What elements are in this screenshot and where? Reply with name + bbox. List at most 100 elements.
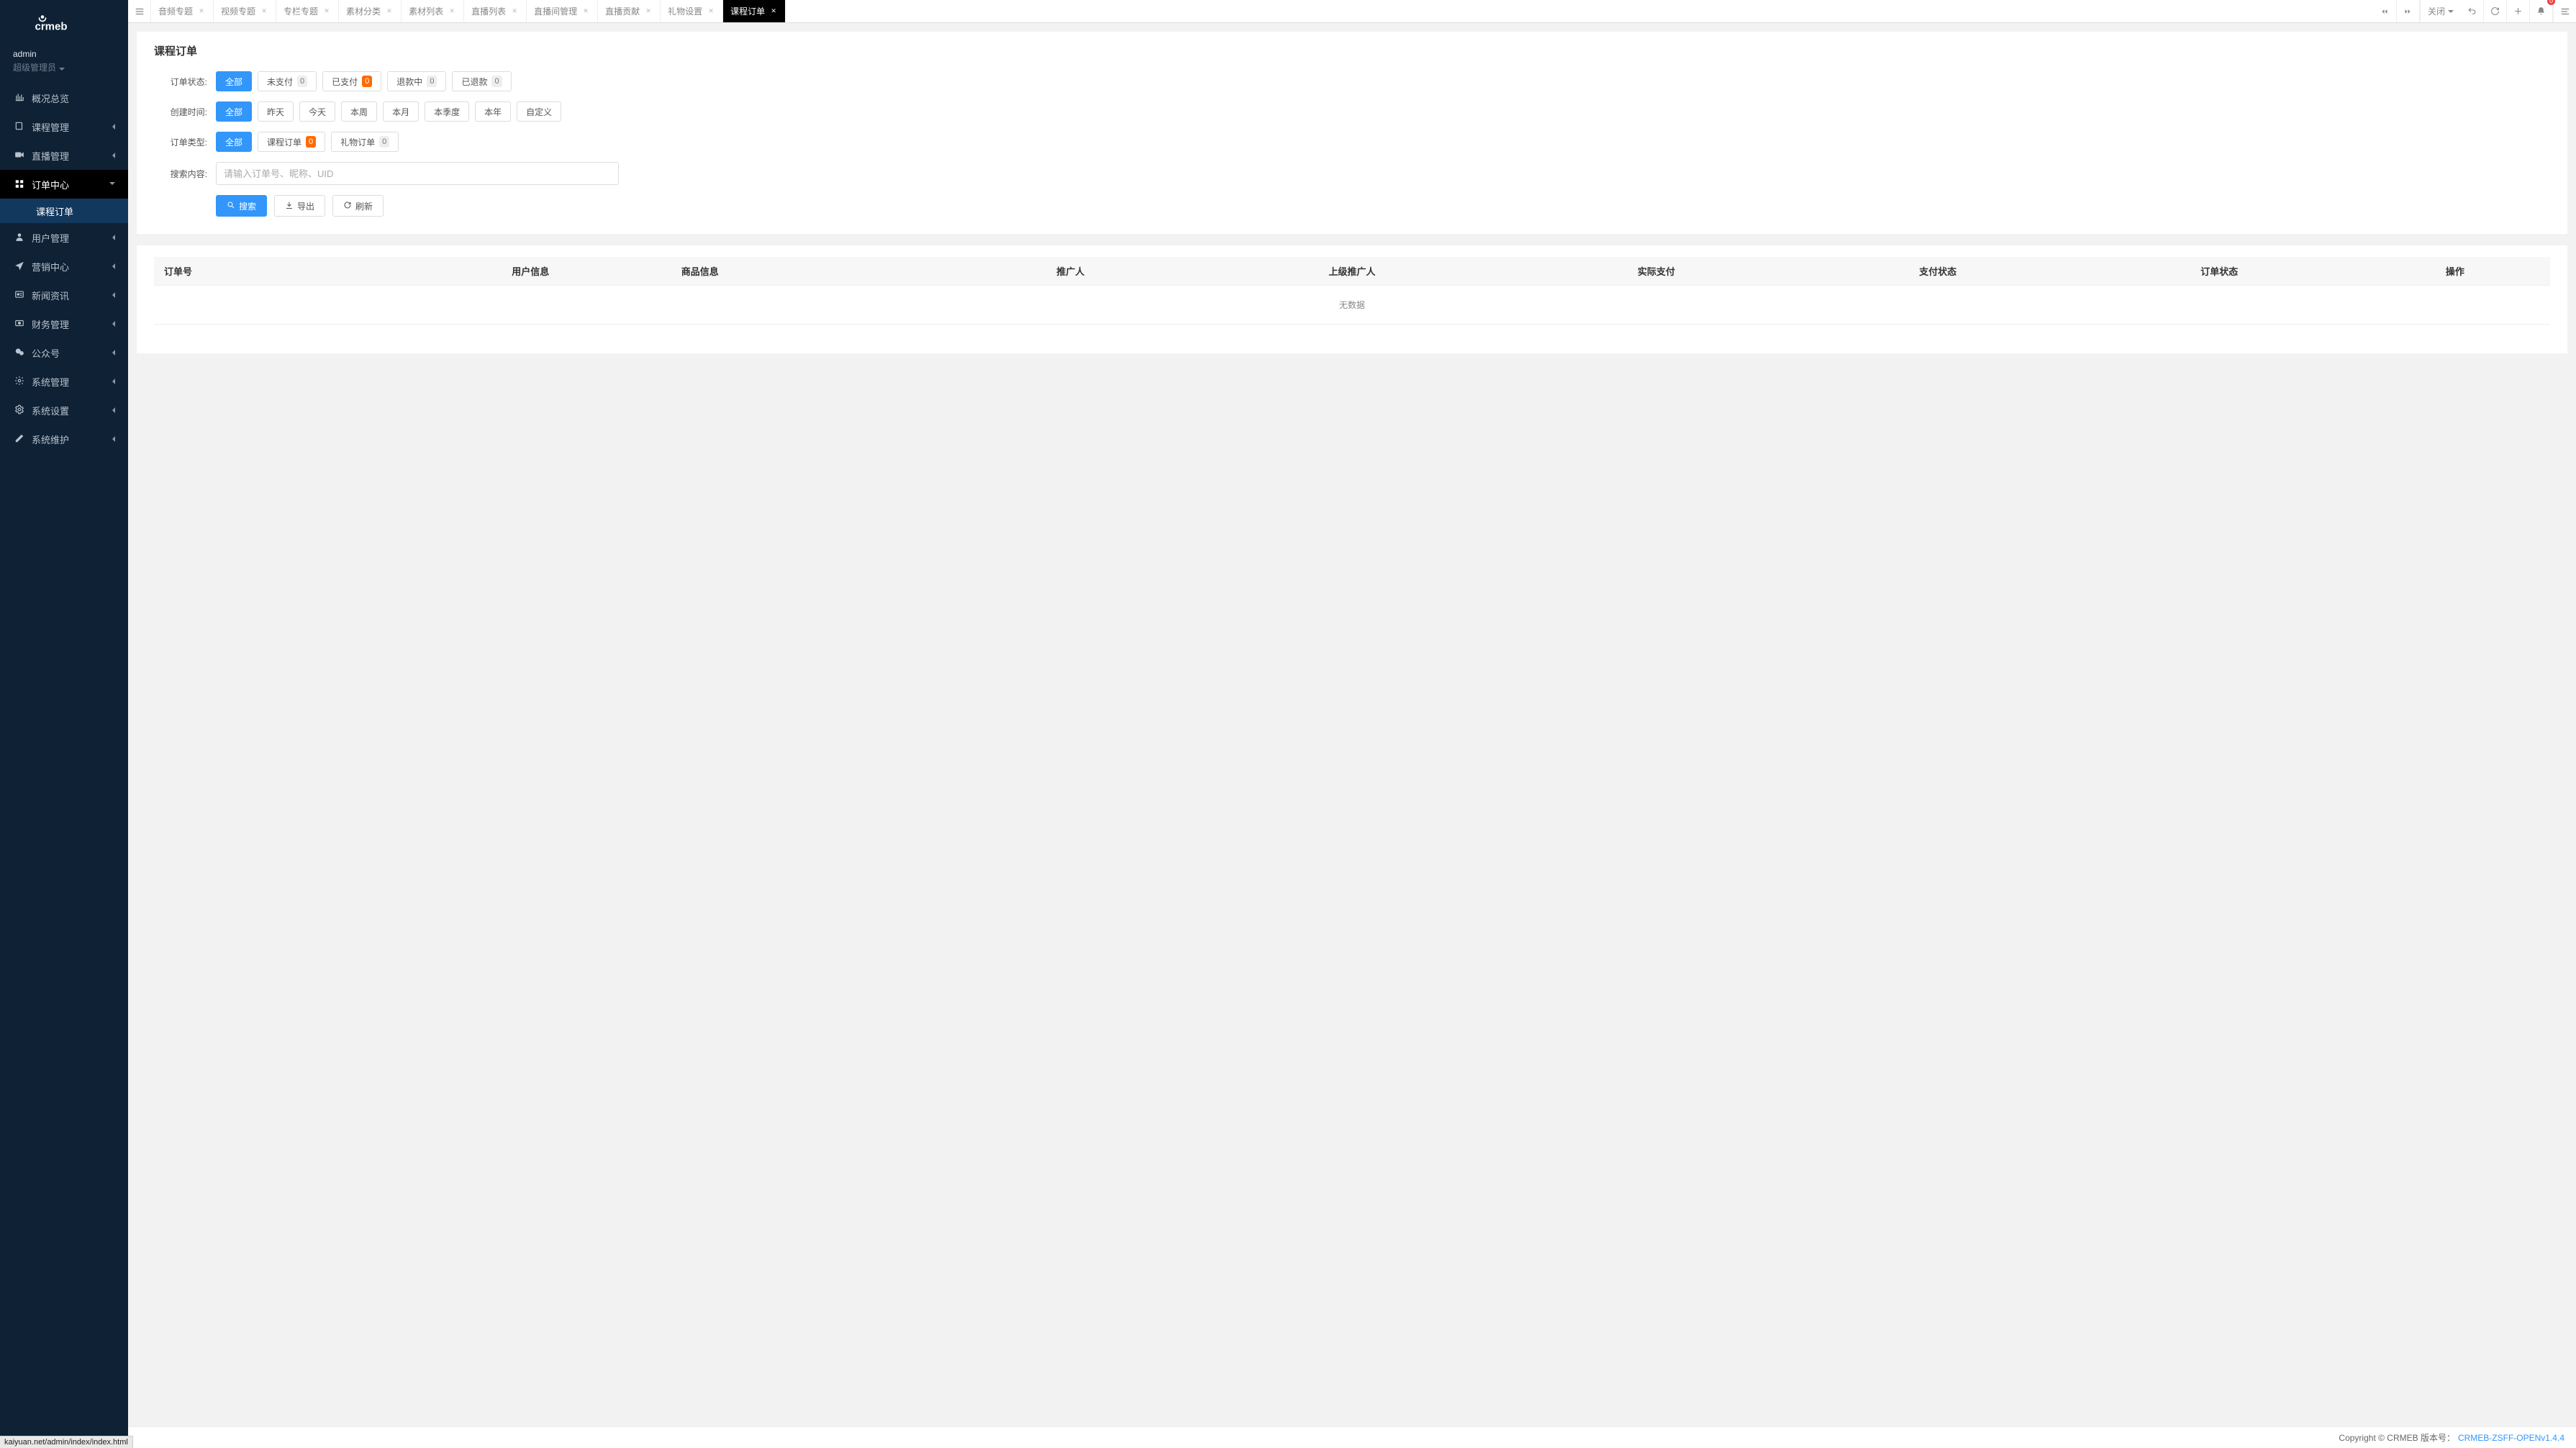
wechat-icon — [13, 347, 26, 359]
created-today[interactable]: 今天 — [299, 101, 335, 122]
sidebar-item-maintain[interactable]: 系统维护 — [0, 425, 128, 453]
order-status-unpaid[interactable]: 未支付0 — [258, 71, 317, 91]
order-type-gift[interactable]: 礼物订单0 — [331, 132, 399, 152]
add-button[interactable] — [2507, 0, 2530, 22]
tab-live-contribution[interactable]: 直播贡献 — [598, 0, 661, 22]
chip-label: 本周 — [350, 106, 368, 118]
created-custom[interactable]: 自定义 — [517, 101, 561, 122]
created-week[interactable]: 本周 — [341, 101, 377, 122]
order-status-all[interactable]: 全部 — [216, 71, 252, 91]
more-button[interactable] — [2553, 0, 2576, 22]
sidebar-username: admin — [13, 47, 115, 61]
footer-version-link[interactable]: CRMEB-ZSFF-OPENv1.4.4 — [2458, 1433, 2564, 1443]
sidebar-item-label: 营销中心 — [32, 260, 112, 273]
back-button[interactable] — [2461, 0, 2484, 22]
close-icon[interactable] — [581, 7, 590, 16]
chip-label: 全部 — [225, 136, 242, 148]
sidebar-item-system[interactable]: 系统管理 — [0, 367, 128, 396]
table-empty-row: 无数据 — [154, 286, 2550, 325]
chip-label: 课程订单 — [267, 136, 301, 148]
tab-material-list[interactable]: 素材列表 — [402, 0, 464, 22]
chevron-left-icon — [112, 153, 115, 158]
chip-count: 0 — [379, 136, 389, 148]
reload-button[interactable] — [2484, 0, 2507, 22]
close-icon[interactable] — [260, 7, 268, 16]
close-icon[interactable] — [644, 7, 653, 16]
sidebar-item-news[interactable]: 新闻资讯 — [0, 281, 128, 309]
overview-icon — [13, 92, 26, 104]
col-pay-status: 支付状态 — [1797, 257, 2079, 286]
tab-audio-topic[interactable]: 音频专题 — [151, 0, 214, 22]
filter-row-created-at: 创建时间: 全部 昨天 今天 本周 本月 本季度 本年 自定义 — [154, 101, 2550, 122]
close-icon[interactable] — [707, 7, 715, 16]
sidebar-item-course[interactable]: 课程管理 — [0, 112, 128, 141]
tabs-scroll-left-button[interactable] — [2374, 0, 2397, 22]
tab-liveroom-manage[interactable]: 直播间管理 — [527, 0, 598, 22]
side-menu: 概况总览 课程管理 直播管理 订单中心 — [0, 83, 128, 1448]
created-year[interactable]: 本年 — [475, 101, 511, 122]
created-quarter[interactable]: 本季度 — [425, 101, 469, 122]
tab-gift-settings[interactable]: 礼物设置 — [661, 0, 723, 22]
sidebar-item-settings[interactable]: 系统设置 — [0, 396, 128, 425]
tab-column-topic[interactable]: 专栏专题 — [276, 0, 339, 22]
sidebar-item-label: 直播管理 — [32, 149, 112, 163]
order-status-paid[interactable]: 已支付0 — [322, 71, 381, 91]
filter-row-order-type: 订单类型: 全部 课程订单0 礼物订单0 — [154, 132, 2550, 152]
refresh-button[interactable]: 刷新 — [332, 195, 384, 217]
footer-copyright: Copyright © CRMEB 版本号： — [2339, 1431, 2455, 1444]
sidebar-item-order[interactable]: 订单中心 — [0, 170, 128, 199]
sidebar-item-live[interactable]: 直播管理 — [0, 141, 128, 170]
close-icon[interactable] — [322, 7, 331, 16]
sidebar-item-label: 概况总览 — [32, 91, 115, 105]
sidebar-item-overview[interactable]: 概况总览 — [0, 83, 128, 112]
brand-logo[interactable]: crmeb — [0, 0, 128, 45]
close-icon[interactable] — [448, 7, 456, 16]
close-tabs-dropdown[interactable]: 关闭 — [2420, 0, 2461, 22]
chevron-left-icon — [112, 292, 115, 298]
toggle-sidebar-button[interactable] — [128, 0, 151, 22]
close-icon[interactable] — [385, 7, 394, 16]
sidebar-item-wechat[interactable]: 公众号 — [0, 338, 128, 367]
filter-label: 搜索内容: — [154, 168, 207, 180]
tab-label: 视频专题 — [221, 5, 255, 17]
chip-label: 昨天 — [267, 106, 284, 118]
tab-live-list[interactable]: 直播列表 — [464, 0, 527, 22]
sidebar-item-label: 系统管理 — [32, 375, 112, 389]
chip-label: 自定义 — [526, 106, 552, 118]
chevron-left-icon — [112, 321, 115, 327]
chip-label: 本季度 — [434, 106, 460, 118]
notifications-button[interactable]: 0 — [2530, 0, 2553, 22]
chevron-left-icon — [112, 235, 115, 240]
tabs-scroll-right-button[interactable] — [2397, 0, 2420, 22]
tab-label: 礼物设置 — [668, 5, 702, 17]
created-yesterday[interactable]: 昨天 — [258, 101, 294, 122]
button-label: 导出 — [297, 200, 314, 212]
sidebar-role-dropdown[interactable]: 超级管理员 — [13, 61, 115, 75]
created-month[interactable]: 本月 — [383, 101, 419, 122]
order-type-course[interactable]: 课程订单0 — [258, 132, 325, 152]
tab-material-category[interactable]: 素材分类 — [339, 0, 402, 22]
tab-label: 专栏专题 — [284, 5, 318, 17]
footer: Copyright © CRMEB 版本号： CRMEB-ZSFF-OPENv1… — [128, 1426, 2576, 1448]
chip-label: 退款中 — [396, 76, 422, 88]
order-type-all[interactable]: 全部 — [216, 132, 252, 152]
order-status-refunded[interactable]: 已退款0 — [452, 71, 511, 91]
tab-video-topic[interactable]: 视频专题 — [214, 0, 276, 22]
created-all[interactable]: 全部 — [216, 101, 252, 122]
search-input[interactable] — [216, 162, 619, 185]
tab-course-order[interactable]: 课程订单 — [723, 0, 786, 22]
close-icon[interactable] — [197, 7, 206, 16]
sidebar-item-user[interactable]: 用户管理 — [0, 223, 128, 252]
sidebar-item-finance[interactable]: 财务管理 — [0, 309, 128, 338]
search-button[interactable]: 搜索 — [216, 195, 267, 217]
export-button[interactable]: 导出 — [274, 195, 325, 217]
filter-actions: 搜索 导出 刷新 — [154, 195, 2550, 217]
sidebar-subitem-course-order[interactable]: 课程订单 — [0, 199, 128, 223]
close-icon[interactable] — [510, 7, 519, 16]
close-icon[interactable] — [769, 7, 778, 16]
order-status-refunding[interactable]: 退款中0 — [387, 71, 446, 91]
sidebar-item-marketing[interactable]: 营销中心 — [0, 252, 128, 281]
chip-label: 已退款 — [461, 76, 487, 88]
chip-label: 本年 — [484, 106, 502, 118]
news-icon — [13, 289, 26, 302]
